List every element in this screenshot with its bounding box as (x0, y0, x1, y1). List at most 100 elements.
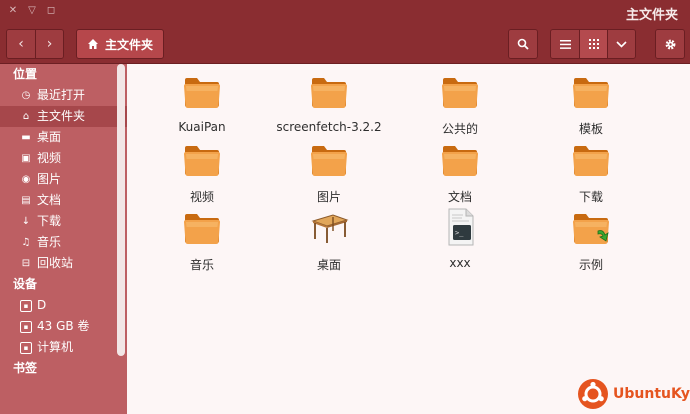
grid-view-button[interactable] (579, 30, 607, 58)
file-item-label: 桌面 (316, 258, 341, 272)
title-bar: ✕ ▽ ◻ 主文件夹 (0, 0, 690, 24)
sidebar-section-devices: 设备 (13, 277, 38, 291)
sidebar-item-pictures[interactable]: ◉ 图片 (0, 169, 127, 190)
file-item-label: 视频 (189, 190, 214, 204)
file-item-documents[interactable]: 文档 (400, 139, 520, 205)
file-item-videos[interactable]: 视频 (142, 139, 262, 205)
folder-icon (311, 78, 347, 108)
file-item-label: 公共的 (441, 122, 478, 136)
ubuntukylin-watermark: UbuntuKylin (577, 378, 690, 410)
list-icon (559, 39, 571, 49)
sidebar-item-videos[interactable]: ▣ 视频 (0, 148, 127, 169)
file-item-desktop[interactable]: 桌面 (269, 207, 389, 273)
file-item-label: screenfetch-3.2.2 (276, 120, 382, 134)
file-item-label: 文档 (447, 190, 472, 204)
sidebar-item-trash[interactable]: ⊟ 回收站 (0, 253, 127, 274)
folder-icon (184, 78, 220, 108)
trash-icon: ⊟ (21, 258, 31, 269)
toolbar: ‹ › 主文件夹 (0, 24, 690, 64)
ubuntukylin-logo (578, 379, 608, 409)
recent-icon: ◷ (21, 90, 31, 101)
search-group (508, 29, 538, 59)
chevron-down-icon (616, 40, 627, 48)
folder-icon (184, 146, 220, 176)
search-icon (517, 38, 529, 50)
file-item-xxx[interactable]: >_ xxx (400, 207, 520, 270)
file-item-pictures[interactable]: 图片 (269, 139, 389, 205)
home-icon: ⌂ (22, 111, 30, 122)
breadcrumb-home[interactable]: 主文件夹 (76, 29, 165, 59)
camera-icon: ◉ (21, 174, 31, 185)
drive-icon: ▪ (20, 320, 32, 333)
file-item-label: 下载 (578, 190, 603, 204)
music-icon: ♫ (21, 237, 31, 248)
folder-icon (311, 146, 347, 176)
chevron-left-icon: ‹ (18, 36, 24, 52)
window-controls: ✕ ▽ ◻ (8, 5, 56, 17)
video-icon: ▣ (21, 153, 31, 164)
file-item-examples[interactable]: 示例 (531, 207, 651, 273)
file-item-label: KuaiPan (178, 120, 226, 134)
file-item-label: 音乐 (189, 258, 214, 272)
settings-button[interactable] (656, 30, 684, 58)
sidebar-item-home[interactable]: ⌂ 主文件夹 (0, 106, 127, 127)
file-grid: KuaiPan screenfetch-3.2.2 公共的 模板 视频 图片 文… (127, 65, 690, 414)
settings-group (655, 29, 685, 59)
folder-icon (573, 146, 609, 176)
search-button[interactable] (509, 30, 537, 58)
back-button[interactable]: ‹ (7, 30, 35, 58)
sidebar-scrollbar[interactable] (117, 64, 125, 356)
list-view-button[interactable] (551, 30, 579, 58)
download-icon: ↓ (21, 216, 31, 227)
sidebar-item-volume-43gb[interactable]: ▪ 43 GB 卷 (0, 316, 127, 337)
sidebar-item-label: 视频 (37, 151, 62, 165)
sidebar-item-label: 文档 (37, 193, 62, 207)
folder-icon (573, 78, 609, 108)
gear-icon (665, 39, 675, 49)
folder-icon (442, 78, 478, 108)
drive-icon: ▪ (20, 341, 32, 354)
minimize-icon[interactable]: ▽ (27, 5, 37, 17)
sidebar-item-computer[interactable]: ▪ 计算机 (0, 337, 127, 358)
folder-icon (442, 146, 478, 176)
forward-button[interactable]: › (35, 30, 63, 58)
svg-text:>_: >_ (455, 229, 464, 237)
sidebar-item-music[interactable]: ♫ 音乐 (0, 232, 127, 253)
sidebar-item-downloads[interactable]: ↓ 下载 (0, 211, 127, 232)
sidebar-section-places: 位置 (13, 67, 38, 81)
file-item-downloads[interactable]: 下载 (531, 139, 651, 205)
close-icon[interactable]: ✕ (8, 5, 18, 17)
sidebar-item-label: 图片 (37, 172, 62, 186)
sidebar-item-label: 主文件夹 (37, 109, 86, 123)
sidebar-section-bookmarks: 书签 (13, 361, 38, 375)
folder-icon (184, 214, 220, 244)
sidebar-item-desktop[interactable]: ▬ 桌面 (0, 127, 127, 148)
sidebar-item-label: 桌面 (37, 130, 62, 144)
sidebar-item-label: 43 GB 卷 (37, 319, 90, 333)
desktop-folder-icon: ▬ (21, 132, 31, 143)
document-icon: ▤ (21, 195, 31, 206)
sidebar-item-label: 计算机 (37, 340, 74, 354)
file-item-music[interactable]: 音乐 (142, 207, 262, 273)
file-item-screenfetch[interactable]: screenfetch-3.2.2 (269, 71, 389, 134)
file-item-templates[interactable]: 模板 (531, 71, 651, 137)
sidebar-item-documents[interactable]: ▤ 文档 (0, 190, 127, 211)
view-mode-group (550, 29, 636, 59)
home-icon (88, 39, 98, 49)
grid-icon (588, 39, 599, 49)
file-item-public[interactable]: 公共的 (400, 71, 520, 137)
view-options-button[interactable] (607, 30, 635, 58)
file-item-label: 示例 (578, 258, 603, 272)
folder-link-icon (573, 214, 609, 244)
desk-icon (311, 214, 349, 243)
sidebar-item-drive-d[interactable]: ▪ D (0, 295, 127, 316)
sidebar-item-label: 下载 (37, 214, 62, 228)
file-item-label: xxx (449, 256, 471, 270)
maximize-icon[interactable]: ◻ (46, 5, 56, 17)
sidebar-item-recent[interactable]: ◷ 最近打开 (0, 85, 127, 106)
file-item-kuaipan[interactable]: KuaiPan (142, 71, 262, 134)
script-file-icon: >_ (448, 208, 474, 246)
window-title: 主文件夹 (625, 8, 678, 23)
file-item-label: 图片 (316, 190, 341, 204)
breadcrumb-label: 主文件夹 (105, 37, 154, 52)
